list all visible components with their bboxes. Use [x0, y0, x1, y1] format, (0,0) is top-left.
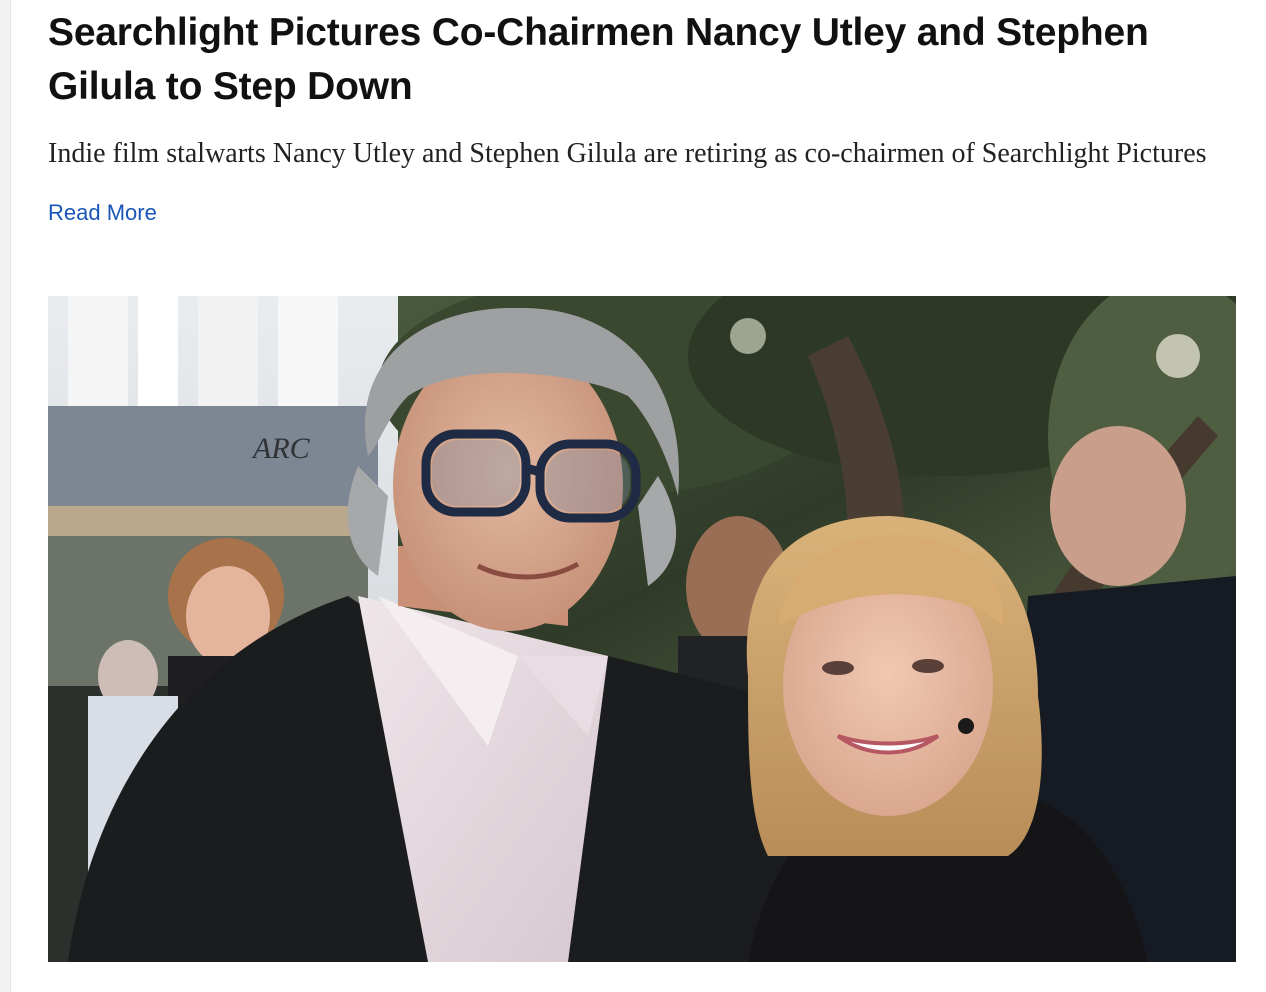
article-summary: Indie film stalwarts Nancy Utley and Ste… [48, 138, 1207, 169]
article-photo[interactable]: ARC [48, 296, 1236, 962]
photo-illustration: ARC [48, 296, 1236, 962]
page: Searchlight Pictures Co-Chairmen Nancy U… [0, 0, 1266, 992]
storefront-sign-text: ARC [251, 432, 311, 465]
article-card: Searchlight Pictures Co-Chairmen Nancy U… [48, 0, 1238, 227]
read-more-link[interactable]: Read More [48, 199, 157, 227]
article-headline[interactable]: Searchlight Pictures Co-Chairmen Nancy U… [48, 6, 1238, 114]
earring-icon [958, 718, 974, 734]
left-gutter [0, 0, 11, 992]
bg-person-2 [1050, 426, 1186, 586]
